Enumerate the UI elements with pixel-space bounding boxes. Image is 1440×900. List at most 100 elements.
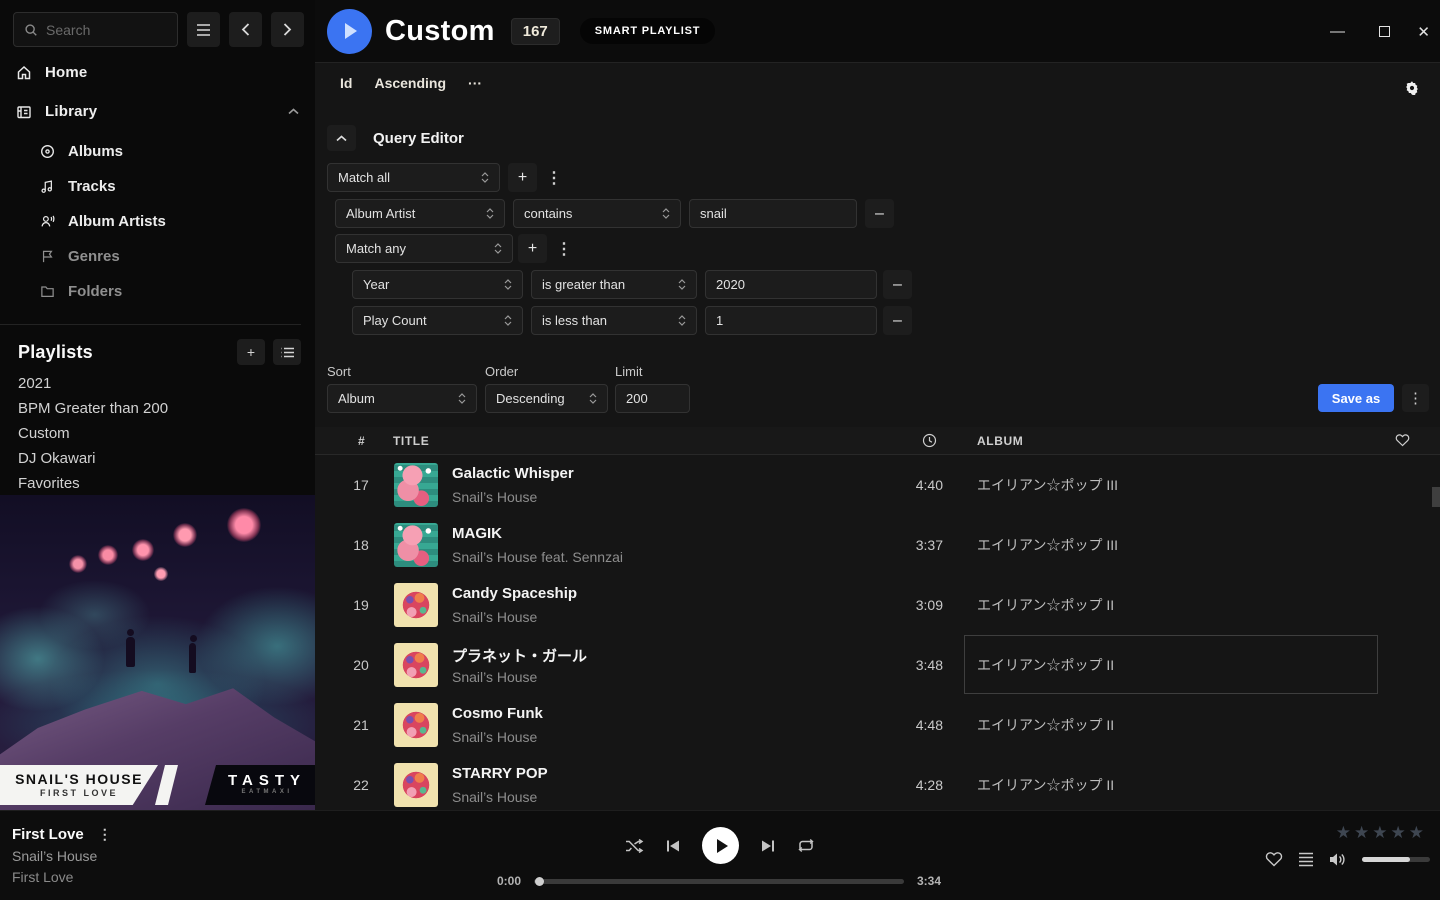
chevron-up-icon xyxy=(336,135,347,142)
shuffle-button[interactable] xyxy=(625,838,644,854)
volume-slider[interactable] xyxy=(1362,857,1430,862)
track-number: 18 xyxy=(343,515,379,575)
star-icon[interactable]: ★ xyxy=(1409,823,1424,843)
sidebar-item-album-artists[interactable]: Album Artists xyxy=(40,213,166,230)
star-icon[interactable]: ★ xyxy=(1391,823,1406,843)
star-icon[interactable]: ★ xyxy=(1336,823,1351,843)
heart-icon[interactable] xyxy=(1395,433,1410,447)
remove-rule-button[interactable]: – xyxy=(865,199,894,228)
favorite-button[interactable] xyxy=(1265,851,1283,867)
group-options-button[interactable]: ⋮ xyxy=(546,163,562,192)
sidebar-item-library[interactable]: Library xyxy=(16,103,299,120)
seek-bar[interactable] xyxy=(534,879,904,884)
album-art-thumbnail[interactable] xyxy=(394,763,438,807)
track-duration: 3:09 xyxy=(855,575,943,635)
order-select[interactable]: Descending xyxy=(485,384,608,413)
column-header-album[interactable]: ALBUM xyxy=(977,434,1023,448)
gear-icon xyxy=(1404,80,1420,96)
playlist-item[interactable]: DJ Okawari xyxy=(18,446,168,471)
next-track-button[interactable] xyxy=(761,839,775,853)
table-row[interactable]: 22STARRY POPSnail’s House4:28エイリアン☆ポップ I… xyxy=(315,755,1440,810)
now-playing-cover-art[interactable]: SNAIL'S HOUSE FIRST LOVE TASTY EATMAXI xyxy=(0,495,315,810)
sidebar-item-folders[interactable]: Folders xyxy=(40,283,122,300)
sidebar-item-label: Albums xyxy=(68,143,123,160)
scrollbar-thumb[interactable] xyxy=(1432,487,1440,507)
nav-back-button[interactable] xyxy=(229,12,262,47)
add-rule-button[interactable]: + xyxy=(508,163,537,192)
album-art-thumbnail[interactable] xyxy=(394,703,438,747)
remove-rule-button[interactable]: – xyxy=(883,306,912,335)
column-header-number[interactable]: # xyxy=(358,434,365,448)
play-playlist-button[interactable] xyxy=(327,9,372,54)
album-art-thumbnail[interactable] xyxy=(394,463,438,507)
table-row[interactable]: 21Cosmo FunkSnail’s House4:48エイリアン☆ポップ I… xyxy=(315,695,1440,755)
sidebar-item-genres[interactable]: Genres xyxy=(40,248,120,265)
playlist-item[interactable]: BPM Greater than 200 xyxy=(18,396,168,421)
cover-album-text: FIRST LOVE xyxy=(0,788,158,798)
clock-icon[interactable] xyxy=(922,433,937,448)
maximize-button[interactable] xyxy=(1379,0,1390,63)
menu-button[interactable] xyxy=(187,12,220,47)
add-rule-button[interactable]: + xyxy=(518,234,547,263)
seek-handle[interactable] xyxy=(535,877,544,886)
rule-value-input[interactable] xyxy=(689,199,857,228)
sidebar-item-albums[interactable]: Albums xyxy=(40,143,123,160)
table-row[interactable]: 17Galactic WhisperSnail’s House4:40エイリアン… xyxy=(315,455,1440,515)
group-options-button[interactable]: ⋮ xyxy=(556,234,572,263)
queue-button[interactable] xyxy=(1298,852,1314,867)
sort-direction-button[interactable]: Ascending xyxy=(374,75,446,91)
match-select[interactable]: Match all xyxy=(327,163,500,192)
rule-field-select[interactable]: Year xyxy=(352,270,523,299)
add-playlist-button[interactable]: + xyxy=(237,339,265,365)
table-row[interactable]: 19Candy SpaceshipSnail’s House3:09エイリアン☆… xyxy=(315,575,1440,635)
collapse-query-editor-button[interactable] xyxy=(327,125,356,151)
sort-field-button[interactable]: Id xyxy=(340,75,352,91)
rule-operator-select[interactable]: is less than xyxy=(531,306,697,335)
remove-rule-button[interactable]: – xyxy=(883,270,912,299)
sidebar-item-tracks[interactable]: Tracks xyxy=(40,178,116,195)
folder-icon xyxy=(40,284,55,299)
nav-forward-button[interactable] xyxy=(271,12,304,47)
column-header-title[interactable]: TITLE xyxy=(393,434,429,448)
sidebar-item-home[interactable]: Home xyxy=(16,64,299,81)
rule-field-select[interactable]: Play Count xyxy=(352,306,523,335)
rule-operator-select[interactable]: contains xyxy=(513,199,681,228)
star-icon[interactable]: ★ xyxy=(1354,823,1369,843)
volume-icon[interactable] xyxy=(1329,852,1347,867)
sidebar-divider xyxy=(0,324,301,325)
sort-select[interactable]: Album xyxy=(327,384,477,413)
music-note-icon xyxy=(40,179,55,194)
repeat-button[interactable] xyxy=(797,838,815,853)
search-box[interactable] xyxy=(13,12,178,47)
minimize-button[interactable]: — xyxy=(1330,0,1345,63)
star-icon[interactable]: ★ xyxy=(1372,823,1387,843)
album-art-thumbnail[interactable] xyxy=(394,523,438,567)
playlist-item[interactable]: Favorites xyxy=(18,471,168,496)
track-album: エイリアン☆ポップ II xyxy=(977,755,1114,810)
chevron-up-icon[interactable] xyxy=(288,108,299,115)
table-row[interactable]: 18MAGIKSnail’s House feat. Sennzai3:37エイ… xyxy=(315,515,1440,575)
match-select[interactable]: Match any xyxy=(335,234,513,263)
rule-value-input[interactable] xyxy=(705,270,877,299)
search-input[interactable] xyxy=(46,22,156,38)
rule-operator-select[interactable]: is greater than xyxy=(531,270,697,299)
rule-value-input[interactable] xyxy=(705,306,877,335)
album-art-thumbnail[interactable] xyxy=(394,643,438,687)
save-as-button[interactable]: Save as xyxy=(1318,384,1394,412)
table-header: # TITLE ALBUM xyxy=(315,427,1440,455)
track-album: エイリアン☆ポップ II xyxy=(977,635,1114,695)
album-art-thumbnail[interactable] xyxy=(394,583,438,627)
playlist-item[interactable]: 2021 xyxy=(18,371,168,396)
settings-gear-button[interactable] xyxy=(1404,80,1420,96)
play-pause-button[interactable] xyxy=(702,827,739,864)
limit-input[interactable] xyxy=(615,384,690,413)
query-options-button[interactable]: ⋮ xyxy=(1402,384,1429,412)
playlist-item[interactable]: Custom xyxy=(18,421,168,446)
close-button[interactable]: ✕ xyxy=(1417,0,1430,63)
previous-track-button[interactable] xyxy=(666,839,680,853)
rule-field-select[interactable]: Album Artist xyxy=(335,199,505,228)
playlist-list-button[interactable] xyxy=(273,339,301,365)
now-playing-album[interactable]: First Love xyxy=(12,869,73,885)
table-row[interactable]: 20プラネット・ガールSnail’s House3:48エイリアン☆ポップ II xyxy=(315,635,1440,695)
more-options-button[interactable]: ··· xyxy=(468,75,482,91)
